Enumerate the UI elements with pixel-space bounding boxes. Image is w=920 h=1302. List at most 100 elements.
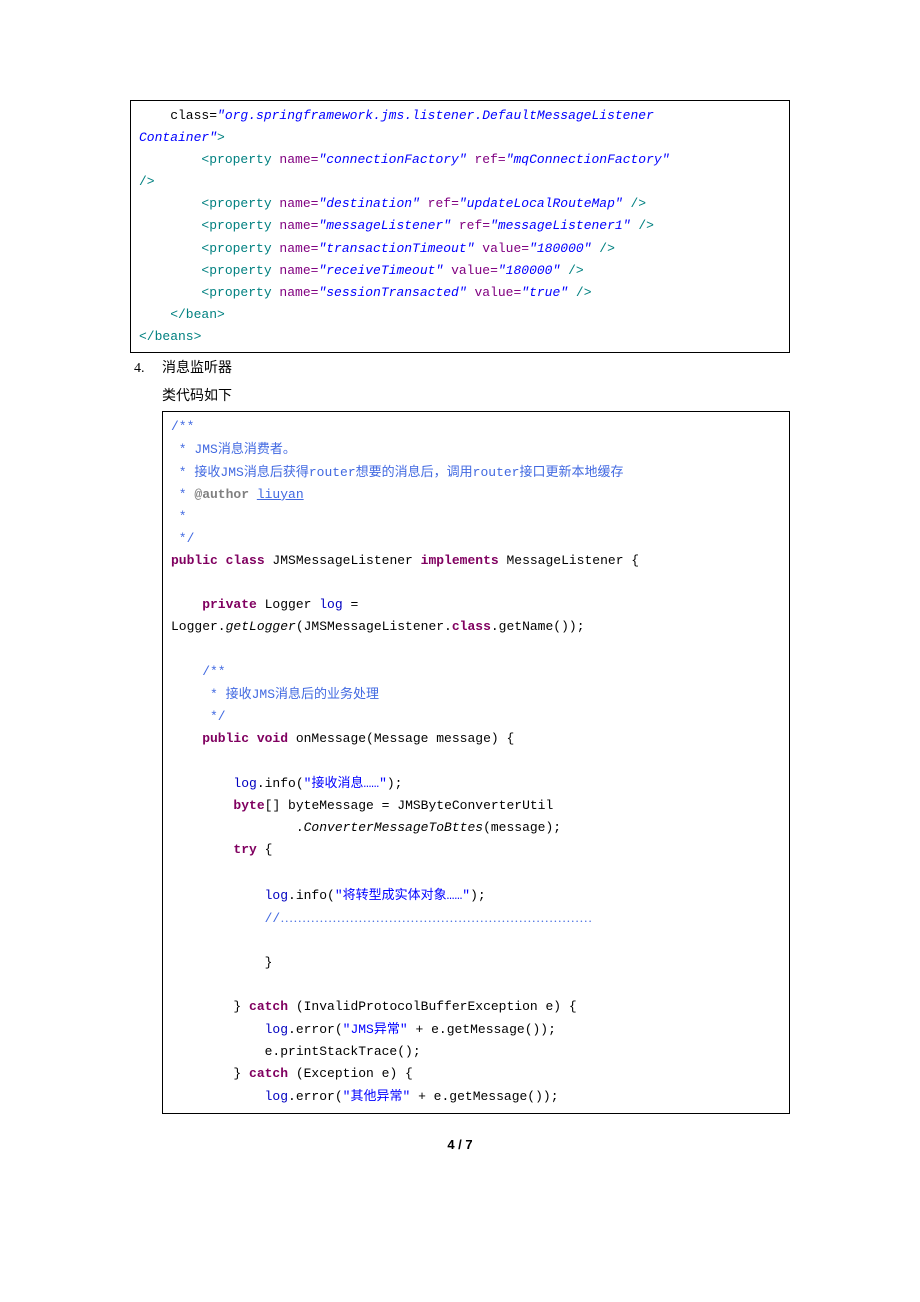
code-text	[171, 776, 233, 791]
comment: 接口更新本地缓存	[519, 464, 623, 479]
code-text: (JMSMessageListener.	[296, 619, 452, 634]
string: "JMS	[343, 1022, 374, 1037]
xml-tag: />	[139, 174, 155, 189]
attr-value: "sessionTransacted"	[318, 285, 466, 300]
attr-name: name=	[272, 152, 319, 167]
comment: *	[171, 687, 226, 702]
code-text: );	[470, 888, 486, 903]
code-text: );	[387, 776, 403, 791]
field: log	[319, 597, 342, 612]
xml-tag: >	[217, 130, 225, 145]
attr-name: name=	[272, 196, 319, 211]
field: log	[233, 776, 256, 791]
attr-value: "destination"	[318, 196, 419, 211]
code-text	[171, 888, 265, 903]
section-title: 消息监听器	[162, 361, 232, 376]
code-text: }	[171, 955, 272, 970]
keyword: public	[171, 731, 249, 746]
attr-value: "updateLocalRouteMap"	[459, 196, 623, 211]
code-text: + e.getMessage());	[408, 1022, 556, 1037]
code-text: .info(	[288, 888, 335, 903]
comment: JMS	[252, 687, 275, 702]
xml-tag: </beans>	[139, 329, 201, 344]
xml-tag: />	[568, 285, 591, 300]
xml-tag: <property	[139, 152, 272, 167]
list-number: 4.	[134, 357, 162, 381]
string: 接收消息	[311, 775, 363, 790]
code-text: .error(	[288, 1089, 343, 1104]
javadoc-tag: @author	[194, 487, 249, 502]
code-text: (Exception e) {	[288, 1066, 413, 1081]
keyword: void	[249, 731, 288, 746]
comment: /**	[171, 419, 194, 434]
attr-value: "messageListener1"	[490, 218, 630, 233]
xml-tag: </bean>	[139, 307, 225, 322]
static-method: getLogger	[226, 619, 296, 634]
xml-tag: <property	[139, 241, 272, 256]
string: 将转型成实体对象	[343, 887, 447, 902]
attr-name: name=	[272, 241, 319, 256]
keyword: catch	[249, 999, 288, 1014]
code-text: e.printStackTrace();	[171, 1044, 421, 1059]
attr-name: ref=	[451, 218, 490, 233]
code-text: Logger.	[171, 619, 226, 634]
section-heading: 4.消息监听器	[130, 357, 790, 381]
code-text: class=	[139, 108, 217, 123]
string: 其他异常	[350, 1088, 402, 1103]
code-text: .error(	[288, 1022, 343, 1037]
comment: 消息后的业务处理	[275, 686, 379, 701]
comment: 接收	[194, 464, 220, 479]
attr-value: "180000"	[529, 241, 591, 256]
xml-code-block: class="org.springframework.jms.listener.…	[130, 100, 790, 353]
string: 异常	[374, 1021, 400, 1036]
comment: //	[171, 911, 280, 926]
comment: router	[309, 465, 356, 480]
code-text: onMessage(Message message) {	[288, 731, 514, 746]
comment	[249, 487, 257, 502]
attr-value: Container"	[139, 130, 217, 145]
attr-name: ref=	[467, 152, 506, 167]
attr-value: "mqConnectionFactory"	[506, 152, 670, 167]
author-link: liuyan	[257, 487, 304, 502]
keyword: byte	[233, 798, 264, 813]
attr-name: value=	[474, 241, 529, 256]
code-text: (message);	[483, 820, 561, 835]
string: "	[400, 1022, 408, 1037]
comment: ………………………………………………………………	[280, 910, 592, 925]
comment: router	[473, 465, 520, 480]
attr-value: "180000"	[498, 263, 560, 278]
code-text: MessageListener {	[499, 553, 639, 568]
code-text: [] byteMessage = JMSByteConverterUtil	[265, 798, 554, 813]
comment: /**	[171, 664, 226, 679]
code-text: }	[171, 999, 249, 1014]
code-text: =	[343, 597, 366, 612]
field: log	[265, 1089, 288, 1104]
xml-tag: <property	[139, 218, 272, 233]
code-text: .	[171, 820, 304, 835]
comment: *	[171, 509, 187, 524]
code-text: .getName());	[491, 619, 585, 634]
keyword: catch	[249, 1066, 288, 1081]
keyword: private	[171, 597, 257, 612]
attr-value: "true"	[521, 285, 568, 300]
code-text: Logger	[257, 597, 319, 612]
code-text: JMSMessageListener	[265, 553, 421, 568]
static-method: ConverterMessageToBttes	[304, 820, 483, 835]
comment: *	[171, 465, 194, 480]
keyword: class	[452, 619, 491, 634]
comment: *	[171, 487, 194, 502]
code-text	[171, 798, 233, 813]
comment: JMS	[220, 465, 243, 480]
keyword: implements	[421, 553, 499, 568]
attr-value: "org.springframework.jms.listener.Defaul…	[217, 108, 654, 123]
attr-name: ref=	[420, 196, 459, 211]
comment: */	[171, 531, 194, 546]
attr-value: "messageListener"	[318, 218, 451, 233]
attr-name: name=	[272, 285, 319, 300]
xml-tag: <property	[139, 263, 272, 278]
keyword: public	[171, 553, 218, 568]
attr-value: "connectionFactory"	[318, 152, 466, 167]
comment: 接收	[226, 686, 252, 701]
comment: 消息消费者。	[218, 441, 296, 456]
string: "	[335, 888, 343, 903]
